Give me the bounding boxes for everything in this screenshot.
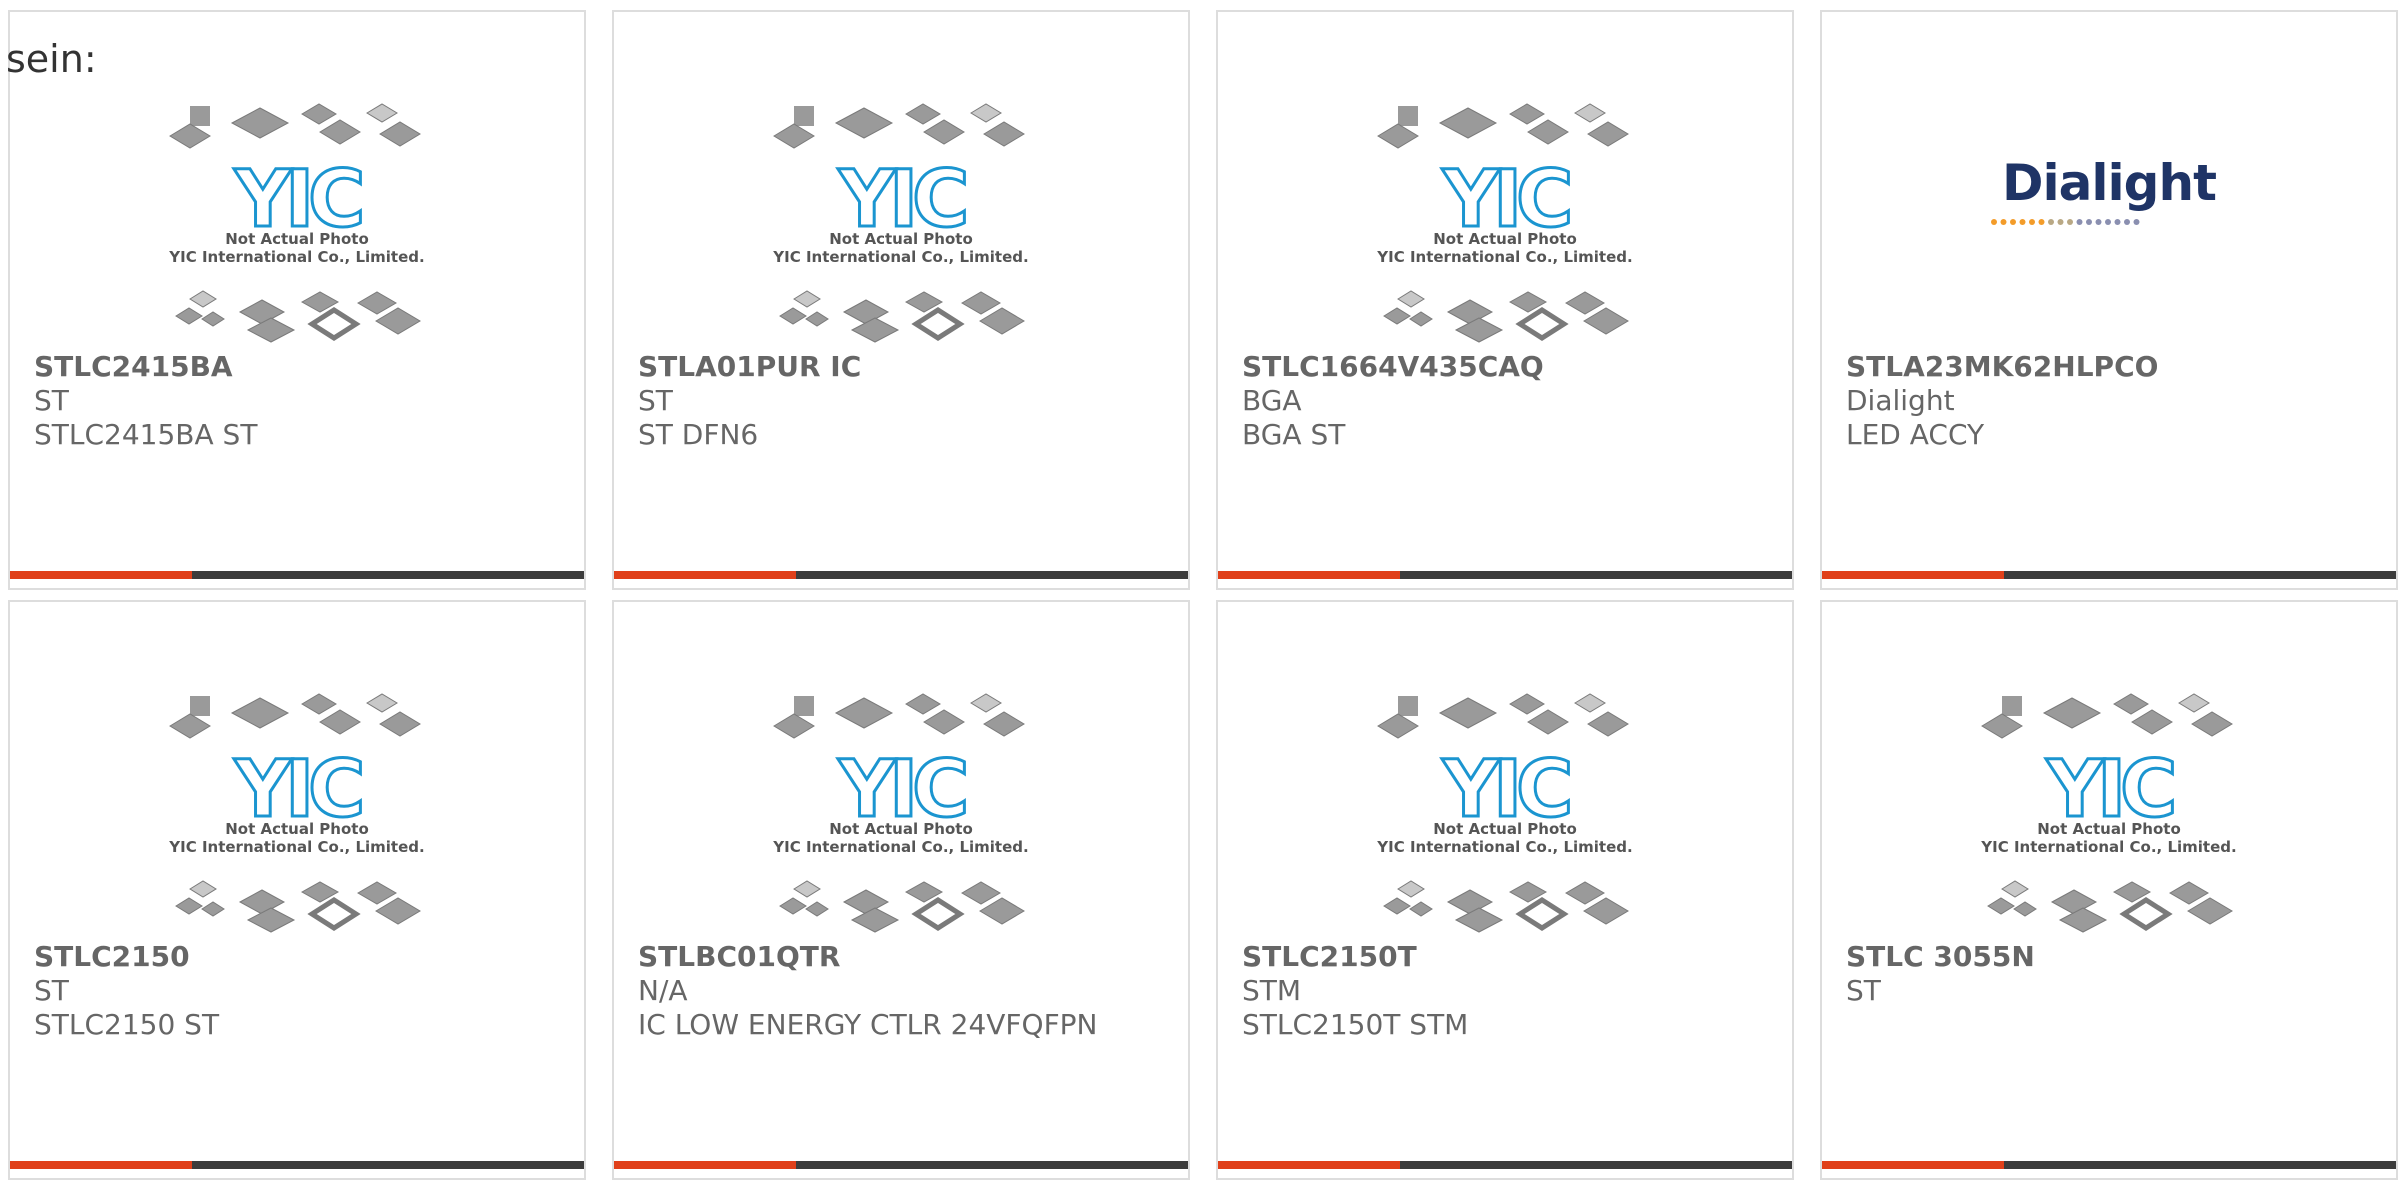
product-part-number[interactable]: STLC2415BA (34, 350, 564, 384)
placeholder-line1: Not Actual Photo (2037, 820, 2181, 838)
product-info: STLA23MK62HLPCO Dialight LED ACCY (1846, 350, 2376, 452)
lead-text: sein: (6, 37, 97, 81)
product-image[interactable]: YIC Not Actual Photo YIC International C… (1218, 96, 1792, 356)
product-image[interactable]: YIC Not Actual Photo YIC International C… (614, 686, 1188, 946)
card-bottom-bar (614, 571, 1188, 579)
placeholder-line2: YIC International Co., Limited. (168, 248, 424, 266)
placeholder-line2: YIC International Co., Limited. (168, 838, 424, 856)
dialight-logo-text: Dialight (2002, 154, 2216, 212)
product-info: STLC2150 ST STLC2150 ST (34, 940, 564, 1042)
dialight-logo-icon: Dialight (1991, 154, 2217, 225)
product-card[interactable]: YIC Not Actual Photo YIC International C… (8, 10, 586, 590)
product-image[interactable]: Dialight (1822, 96, 2396, 356)
product-manufacturer: BGA (1242, 384, 1302, 417)
chip-square-icon (794, 106, 814, 126)
card-accent-bar (10, 571, 192, 579)
yic-placeholder-icon: YIC Not Actual Photo YIC International C… (1376, 693, 1633, 933)
product-image[interactable]: YIC Not Actual Photo YIC International C… (614, 96, 1188, 356)
placeholder-line1: Not Actual Photo (225, 230, 369, 248)
product-part-number[interactable]: STLC2150 (34, 940, 564, 974)
card-bottom-bar (1218, 571, 1792, 579)
yic-placeholder-icon: YIC Not Actual Photo YIC International C… (772, 693, 1029, 933)
card-bottom-bar (1822, 571, 2396, 579)
product-manufacturer: Dialight (1846, 384, 1955, 417)
card-accent-bar (1822, 1161, 2004, 1169)
product-info: STLC2415BA ST STLC2415BA ST (34, 350, 564, 452)
product-card[interactable]: YIC Not Actual Photo YIC International C… (1820, 600, 2398, 1180)
yic-placeholder-icon: YIC Not Actual Photo YIC International C… (1980, 693, 2237, 933)
chip-square-icon (190, 696, 210, 716)
product-card[interactable]: YIC Not Actual Photo YIC International C… (1216, 10, 1794, 590)
yic-placeholder-icon: YIC Not Actual Photo YIC International C… (772, 103, 1029, 343)
product-part-number[interactable]: STLA23MK62HLPCO (1846, 350, 2376, 384)
yic-placeholder-icon: YIC Not Actual Photo YIC International C… (168, 693, 425, 933)
yic-placeholder-icon: YIC Not Actual Photo YIC International C… (1376, 103, 1633, 343)
card-accent-bar (10, 1161, 192, 1169)
product-info: STLC1664V435CAQ BGA BGA ST (1242, 350, 1772, 452)
product-image[interactable]: YIC Not Actual Photo YIC International C… (10, 686, 584, 946)
placeholder-line1: Not Actual Photo (225, 820, 369, 838)
product-info: STLA01PUR IC ST ST DFN6 (638, 350, 1168, 452)
product-description: STLC2150 ST (34, 1008, 220, 1041)
chip-square-icon (190, 106, 210, 126)
placeholder-line2: YIC International Co., Limited. (772, 248, 1028, 266)
product-info: STLBC01QTR N/A IC LOW ENERGY CTLR 24VFQF… (638, 940, 1168, 1042)
placeholder-line1: Not Actual Photo (829, 230, 973, 248)
placeholder-line2: YIC International Co., Limited. (772, 838, 1028, 856)
card-accent-bar (1218, 1161, 1400, 1169)
card-bottom-bar (10, 571, 584, 579)
card-accent-bar (1218, 571, 1400, 579)
placeholder-line2: YIC International Co., Limited. (1376, 838, 1632, 856)
card-bottom-bar (1822, 1161, 2396, 1169)
product-grid: YIC Not Actual Photo YIC International C… (8, 10, 2398, 1180)
chip-square-icon (794, 696, 814, 716)
product-card[interactable]: YIC Not Actual Photo YIC International C… (612, 10, 1190, 590)
product-part-number[interactable]: STLBC01QTR (638, 940, 1168, 974)
product-description: BGA ST (1242, 418, 1346, 451)
product-manufacturer: STM (1242, 974, 1302, 1007)
product-description: STLC2415BA ST (34, 418, 258, 451)
product-card[interactable]: YIC Not Actual Photo YIC International C… (1216, 600, 1794, 1180)
card-accent-bar (614, 1161, 796, 1169)
card-bottom-bar (10, 1161, 584, 1169)
product-image[interactable]: YIC Not Actual Photo YIC International C… (10, 96, 584, 356)
product-description: STLC2150T STM (1242, 1008, 1469, 1041)
card-bottom-bar (1218, 1161, 1792, 1169)
product-manufacturer: ST (638, 384, 673, 417)
product-manufacturer: ST (34, 974, 69, 1007)
product-image[interactable]: YIC Not Actual Photo YIC International C… (1822, 686, 2396, 946)
product-info: STLC2150T STM STLC2150T STM (1242, 940, 1772, 1042)
product-card[interactable]: Dialight STLA23MK62HLPCO Dialight LED AC… (1820, 10, 2398, 590)
placeholder-line2: YIC International Co., Limited. (1376, 248, 1632, 266)
chip-square-icon (1398, 106, 1418, 126)
card-accent-bar (614, 571, 796, 579)
chip-square-icon (2002, 696, 2022, 716)
placeholder-line1: Not Actual Photo (1433, 820, 1577, 838)
product-card[interactable]: YIC Not Actual Photo YIC International C… (612, 600, 1190, 1180)
product-manufacturer: ST (34, 384, 69, 417)
yic-placeholder-icon: YIC Not Actual Photo YIC International C… (168, 103, 425, 343)
product-card[interactable]: YIC Not Actual Photo YIC International C… (8, 600, 586, 1180)
card-accent-bar (1822, 571, 2004, 579)
chip-square-icon (1398, 696, 1418, 716)
product-part-number[interactable]: STLC1664V435CAQ (1242, 350, 1772, 384)
placeholder-line1: Not Actual Photo (829, 820, 973, 838)
product-manufacturer: N/A (638, 974, 688, 1007)
card-bottom-bar (614, 1161, 1188, 1169)
product-description: LED ACCY (1846, 418, 1985, 451)
product-description: ST DFN6 (638, 418, 759, 451)
product-image[interactable]: YIC Not Actual Photo YIC International C… (1218, 686, 1792, 946)
product-part-number[interactable]: STLC2150T (1242, 940, 1772, 974)
product-info: STLC 3055N ST (1846, 940, 2376, 1008)
placeholder-line2: YIC International Co., Limited. (1980, 838, 2236, 856)
product-manufacturer: ST (1846, 974, 1881, 1007)
product-part-number[interactable]: STLC 3055N (1846, 940, 2376, 974)
placeholder-line1: Not Actual Photo (1433, 230, 1577, 248)
product-description: IC LOW ENERGY CTLR 24VFQFPN (638, 1008, 1098, 1041)
product-part-number[interactable]: STLA01PUR IC (638, 350, 1168, 384)
